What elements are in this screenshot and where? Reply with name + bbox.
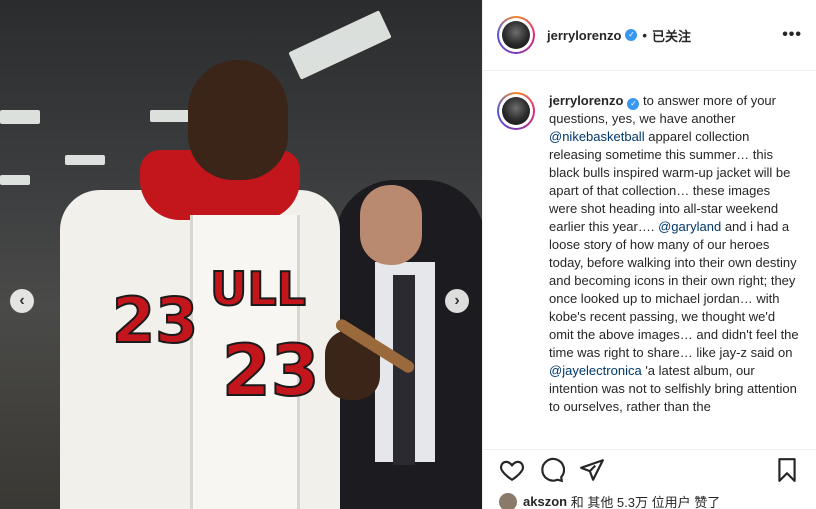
- separator-dot: •: [642, 27, 647, 43]
- ceiling-light: [0, 175, 30, 185]
- player-head: [188, 60, 288, 180]
- verified-icon: ✓: [627, 98, 640, 110]
- jersey-number: 23: [221, 329, 320, 413]
- mention-link[interactable]: @nikebasketball: [549, 129, 645, 144]
- carousel-next-button[interactable]: ›: [445, 289, 469, 313]
- follow-status[interactable]: 已关注: [652, 26, 691, 45]
- caption-part: and i had a loose story of how many of o…: [549, 219, 799, 360]
- post-photo: ULL 23 23 ‹ ›: [0, 0, 482, 509]
- username[interactable]: jerrylorenzo: [547, 28, 621, 43]
- avatar[interactable]: [497, 16, 535, 54]
- mention-link[interactable]: @garyland: [658, 219, 721, 234]
- more-icon[interactable]: •••: [782, 26, 802, 44]
- caption-username[interactable]: jerrylorenzo: [549, 93, 623, 108]
- likes-summary: akszon 和 其他 5.3万 位用户 赞了: [499, 492, 720, 509]
- bookmark-icon[interactable]: [774, 457, 800, 483]
- jersey-text: ULL: [209, 261, 307, 317]
- background-person-head: [360, 185, 422, 265]
- jacket-number: 23: [111, 283, 199, 358]
- ceiling-light: [288, 10, 392, 80]
- share-icon[interactable]: [579, 457, 605, 483]
- liker-username[interactable]: akszon: [523, 494, 567, 509]
- mention-link[interactable]: @jayelectronica: [549, 363, 642, 378]
- ceiling-light: [150, 110, 190, 122]
- verified-icon: ✓: [625, 29, 638, 41]
- ceiling-light: [0, 110, 40, 124]
- comment-icon[interactable]: [539, 457, 566, 483]
- caption-text: jerrylorenzo ✓ to answer more of your que…: [549, 92, 799, 449]
- post-sidebar: jerrylorenzo ✓ • 已关注 ••• jerrylorenzo ✓ t…: [482, 0, 816, 509]
- liker-avatar[interactable]: [499, 492, 517, 509]
- ceiling-light: [65, 155, 105, 165]
- caption-area: jerrylorenzo ✓ to answer more of your que…: [483, 72, 816, 449]
- action-bar: [483, 449, 816, 489]
- post-header: jerrylorenzo ✓ • 已关注 •••: [483, 0, 816, 71]
- likes-text[interactable]: 和 其他 5.3万 位用户 赞了: [571, 492, 721, 509]
- carousel-prev-button[interactable]: ‹: [10, 289, 34, 313]
- avatar[interactable]: [497, 92, 535, 130]
- heart-icon[interactable]: [499, 457, 525, 483]
